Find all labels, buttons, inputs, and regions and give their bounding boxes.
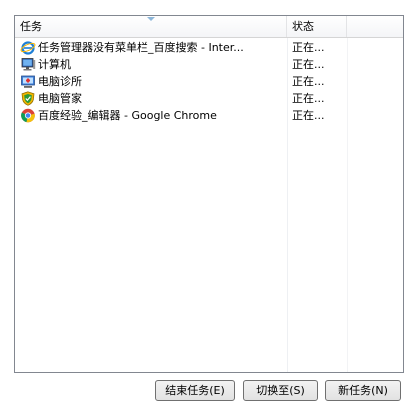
switch-to-button[interactable]: 切换至(S) — [243, 380, 318, 401]
column-header-task[interactable]: 任务 — [15, 16, 287, 37]
computer-icon — [20, 57, 36, 72]
task-rows: 任务管理器没有菜单栏_百度搜索 - Inter... 正在... 计算机 正在.… — [15, 39, 403, 124]
task-status: 正在... — [292, 109, 325, 122]
task-status: 正在... — [292, 75, 325, 88]
end-task-button[interactable]: 结束任务(E) — [155, 380, 235, 401]
table-row[interactable]: 计算机 正在... — [15, 56, 403, 73]
column-header-task-label: 任务 — [20, 20, 42, 33]
task-status: 正在... — [292, 92, 325, 105]
ie-icon — [20, 40, 36, 55]
task-name: 电脑诊所 — [38, 75, 82, 88]
column-header-status-label: 状态 — [292, 20, 314, 33]
task-status: 正在... — [292, 58, 325, 71]
chrome-icon — [20, 108, 36, 123]
table-row[interactable]: 电脑管家 正在... — [15, 90, 403, 107]
pc-clinic-icon — [20, 74, 36, 89]
task-status: 正在... — [292, 41, 325, 54]
list-header: 任务 状态 — [15, 16, 403, 38]
task-name: 百度经验_编辑器 - Google Chrome — [38, 109, 217, 122]
sort-arrow-icon — [147, 17, 155, 21]
pc-manager-shield-icon — [20, 91, 36, 106]
task-name: 任务管理器没有菜单栏_百度搜索 - Inter... — [38, 41, 244, 54]
new-task-button[interactable]: 新任务(N) — [325, 380, 401, 401]
task-name: 计算机 — [38, 58, 71, 71]
task-name: 电脑管家 — [38, 92, 82, 105]
task-list[interactable]: 任务 状态 任务管理器没有菜单栏_百度搜索 - Inter... 正在... 计… — [14, 15, 404, 373]
table-row[interactable]: 百度经验_编辑器 - Google Chrome 正在... — [15, 107, 403, 124]
column-header-status[interactable]: 状态 — [287, 16, 347, 37]
task-manager-applications-panel: 任务 状态 任务管理器没有菜单栏_百度搜索 - Inter... 正在... 计… — [0, 0, 415, 413]
table-row[interactable]: 任务管理器没有菜单栏_百度搜索 - Inter... 正在... — [15, 39, 403, 56]
table-row[interactable]: 电脑诊所 正在... — [15, 73, 403, 90]
